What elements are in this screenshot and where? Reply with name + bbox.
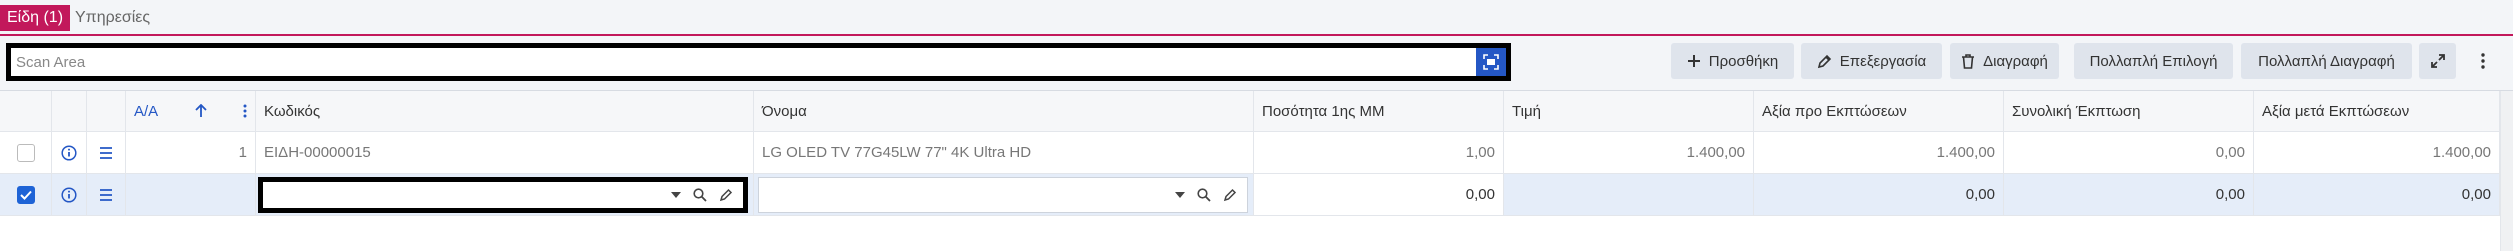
delete-button-label: Διαγραφή bbox=[1983, 52, 2048, 70]
add-button[interactable]: Προσθήκη bbox=[1671, 43, 1794, 79]
row-select-cell bbox=[0, 174, 52, 215]
tab-items[interactable]: Είδη (1) bbox=[0, 5, 71, 31]
kebab-menu-icon bbox=[2481, 53, 2485, 69]
row-qty[interactable]: 1,00 bbox=[1254, 132, 1504, 173]
grid-scrollbar[interactable] bbox=[2500, 91, 2513, 251]
tab-bar: Είδη (1) Υπηρεσίες bbox=[0, 0, 2513, 36]
search-icon[interactable] bbox=[693, 188, 707, 202]
header-value-after[interactable]: Αξία μετά Εκπτώσεων bbox=[2254, 91, 2500, 131]
header-select-cell bbox=[0, 91, 52, 131]
row-value-before: 1.400,00 bbox=[1754, 132, 2004, 173]
scan-button[interactable] bbox=[1476, 48, 1506, 76]
header-info-cell bbox=[52, 91, 87, 131]
hamburger-menu-icon[interactable] bbox=[99, 188, 113, 201]
add-button-label: Προσθήκη bbox=[1708, 52, 1779, 70]
row-price[interactable] bbox=[1504, 174, 1754, 215]
header-code[interactable]: Κωδικός bbox=[256, 91, 754, 131]
table-row[interactable]: 1 ΕΙΔΗ-00000015 LG OLED TV 77G45LW 77" 4… bbox=[0, 132, 2513, 174]
row-code[interactable]: ΕΙΔΗ-00000015 bbox=[256, 132, 754, 173]
name-lookup-field[interactable] bbox=[758, 177, 1248, 213]
row-value-before: 0,00 bbox=[1754, 174, 2004, 215]
row-total-discount: 0,00 bbox=[2004, 174, 2254, 215]
expand-button[interactable] bbox=[2419, 43, 2456, 79]
row-qty[interactable]: 0,00 bbox=[1254, 174, 1504, 215]
pencil-icon[interactable] bbox=[719, 188, 733, 202]
edit-button[interactable]: Επεξεργασία bbox=[1801, 43, 1942, 79]
row-price[interactable]: 1.400,00 bbox=[1504, 132, 1754, 173]
plus-icon bbox=[1687, 55, 1700, 67]
scan-area-input[interactable] bbox=[16, 48, 1476, 76]
sort-ascending-icon[interactable] bbox=[194, 104, 207, 118]
expand-icon bbox=[2430, 54, 2445, 68]
header-aa-label: Α/Α bbox=[134, 102, 159, 120]
trash-icon bbox=[1962, 53, 1975, 69]
grid-header-row: Α/Α Κωδικός Όνομα Ποσότητα 1ης ΜΜ Τιμή Α… bbox=[0, 91, 2513, 132]
search-icon[interactable] bbox=[1197, 188, 1211, 202]
row-select-cell bbox=[0, 132, 52, 173]
edit-button-label: Επεξεργασία bbox=[1839, 52, 1927, 70]
header-value-before[interactable]: Αξία προ Εκπτώσεων bbox=[1754, 91, 2004, 131]
row-aa bbox=[126, 174, 256, 215]
multi-select-button[interactable]: Πολλαπλή Επιλογή bbox=[2074, 43, 2233, 79]
row-code-cell bbox=[256, 174, 754, 215]
multi-select-label: Πολλαπλή Επιλογή bbox=[2089, 52, 2218, 70]
items-grid: Α/Α Κωδικός Όνομα Ποσότητα 1ης ΜΜ Τιμή Α… bbox=[0, 90, 2513, 251]
header-total-discount[interactable]: Συνολική Έκπτωση bbox=[2004, 91, 2254, 131]
column-menu-icon[interactable] bbox=[243, 104, 247, 118]
dropdown-caret-icon[interactable] bbox=[671, 192, 681, 198]
row-aa: 1 bbox=[126, 132, 256, 173]
multi-delete-button[interactable]: Πολλαπλή Διαγραφή bbox=[2241, 43, 2412, 79]
header-qty[interactable]: Ποσότητα 1ης ΜΜ bbox=[1254, 91, 1504, 131]
pencil-icon[interactable] bbox=[1223, 188, 1237, 202]
more-options-button[interactable] bbox=[2466, 43, 2500, 79]
row-name[interactable]: LG OLED TV 77G45LW 77" 4K Ultra HD bbox=[754, 132, 1254, 173]
row-value-after: 1.400,00 bbox=[2254, 132, 2500, 173]
header-price[interactable]: Τιμή bbox=[1504, 91, 1754, 131]
row-value-after: 0,00 bbox=[2254, 174, 2500, 215]
multi-delete-label: Πολλαπλή Διαγραφή bbox=[2258, 52, 2395, 70]
row-menu-cell bbox=[87, 174, 126, 215]
info-icon[interactable] bbox=[61, 186, 77, 203]
row-menu-cell bbox=[87, 132, 126, 173]
row-info-cell bbox=[52, 174, 87, 215]
code-lookup-field[interactable] bbox=[258, 177, 748, 213]
header-menu-cell bbox=[87, 91, 126, 131]
row-checkbox[interactable] bbox=[16, 143, 35, 162]
header-name[interactable]: Όνομα bbox=[754, 91, 1254, 131]
row-info-cell bbox=[52, 132, 87, 173]
checkmark-icon bbox=[19, 190, 32, 200]
barcode-scan-icon bbox=[1483, 54, 1499, 70]
row-name-cell bbox=[754, 174, 1254, 215]
info-icon[interactable] bbox=[61, 144, 77, 161]
hamburger-menu-icon[interactable] bbox=[99, 146, 113, 159]
pencil-icon bbox=[1817, 54, 1831, 68]
row-checkbox[interactable] bbox=[16, 185, 35, 204]
scan-area bbox=[6, 43, 1511, 81]
header-aa[interactable]: Α/Α bbox=[126, 91, 256, 131]
table-row[interactable]: 0,00 0,00 0,00 0,00 bbox=[0, 174, 2513, 216]
row-total-discount: 0,00 bbox=[2004, 132, 2254, 173]
dropdown-caret-icon[interactable] bbox=[1175, 192, 1185, 198]
tab-services[interactable]: Υπηρεσίες bbox=[68, 5, 157, 31]
delete-button[interactable]: Διαγραφή bbox=[1950, 43, 2059, 79]
